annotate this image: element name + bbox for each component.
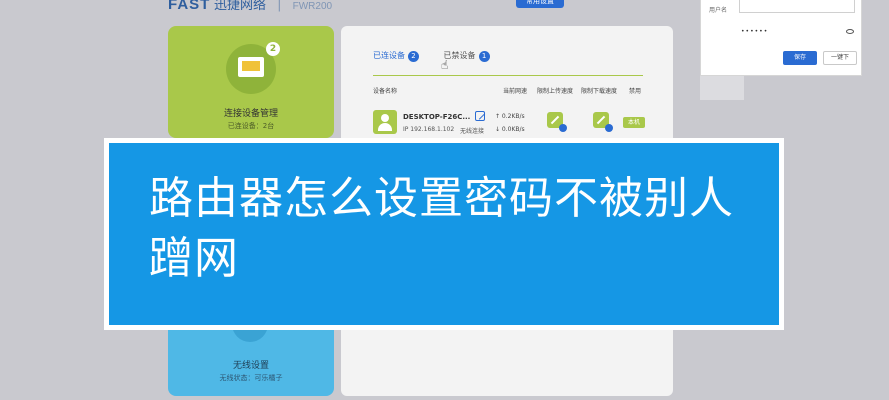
- devices-card[interactable]: 2 连接设备管理 已连设备：2台: [168, 26, 334, 138]
- wireless-card-subtitle: 无线状态：可乐橘子: [219, 374, 283, 382]
- tab-connected[interactable]: 已连设备 2: [373, 50, 419, 62]
- upload-limit-edit-icon[interactable]: [547, 112, 567, 132]
- device-avatar-icon: [373, 110, 397, 134]
- tab-connected-label: 已连设备: [373, 51, 405, 60]
- title-banner-inner: 路由器怎么设置密码不被别人蹭网: [109, 143, 779, 325]
- tab-divider: [373, 75, 643, 76]
- hand-cursor-icon: ☝: [441, 58, 449, 72]
- credential-dialog: 用户名 •••••• 保存 一键下: [700, 0, 862, 76]
- devices-card-title: 连接设备管理: [223, 109, 278, 119]
- col-current-speed: 当前网速: [503, 88, 528, 95]
- device-count-badge: 2: [266, 42, 280, 56]
- title-banner: 路由器怎么设置密码不被别人蹭网: [104, 138, 784, 330]
- tab-connected-count: 2: [408, 51, 419, 62]
- upload-speed: ↑ 0.2KB/s: [495, 113, 525, 120]
- device-connection: 无线连接: [460, 128, 485, 135]
- local-device-tag: 本机: [623, 117, 645, 128]
- wireless-card-title: 无线设置: [232, 361, 269, 371]
- monitor-screen-icon: [238, 57, 264, 77]
- tab-blocked-count: 1: [478, 51, 490, 62]
- info-dot-icon: [559, 124, 567, 132]
- col-device-name: 设备名称: [373, 88, 398, 95]
- download-limit-edit-icon[interactable]: [593, 112, 613, 132]
- device-name: DESKTOP-F26C...: [403, 113, 471, 121]
- brand-header: FAST 迅捷网络 | FWR200: [168, 0, 332, 13]
- cancel-button[interactable]: 一键下: [823, 51, 857, 65]
- wireless-card[interactable]: 无线设置 无线状态：可乐橘子: [168, 322, 334, 396]
- brand-logo: FAST: [168, 0, 211, 13]
- model-name: FWR200: [292, 1, 333, 12]
- download-speed: ↓ 0.0KB/s: [495, 126, 525, 133]
- brand-divider: |: [277, 0, 281, 12]
- tab-blocked[interactable]: 已禁设备 1: [444, 50, 490, 62]
- tab-blocked-label: 已禁设备: [443, 51, 476, 60]
- col-upload-limit: 限制上传速度: [537, 88, 574, 95]
- eye-icon[interactable]: [846, 29, 854, 34]
- device-ip: IP 192.168.1.102: [403, 126, 455, 133]
- edit-icon[interactable]: [475, 111, 485, 121]
- save-button[interactable]: 保存: [783, 51, 817, 65]
- devices-card-subtitle: 已连设备：2台: [227, 122, 275, 130]
- table-row: DESKTOP-F26C... IP 192.168.1.102 无线连接 ↑ …: [373, 110, 653, 140]
- common-settings-button[interactable]: 常用设置: [516, 0, 564, 8]
- brand-name: 迅捷网络: [213, 0, 266, 12]
- username-label: 用户名: [709, 7, 728, 14]
- dialog-backdrop: [700, 76, 744, 100]
- info-dot-icon: [605, 124, 613, 132]
- col-disable: 禁用: [629, 88, 642, 95]
- username-input[interactable]: [739, 0, 855, 13]
- banner-title: 路由器怎么设置密码不被别人蹭网: [149, 173, 734, 284]
- password-input[interactable]: ••••••: [739, 25, 855, 39]
- col-download-limit: 限制下载速度: [581, 88, 618, 95]
